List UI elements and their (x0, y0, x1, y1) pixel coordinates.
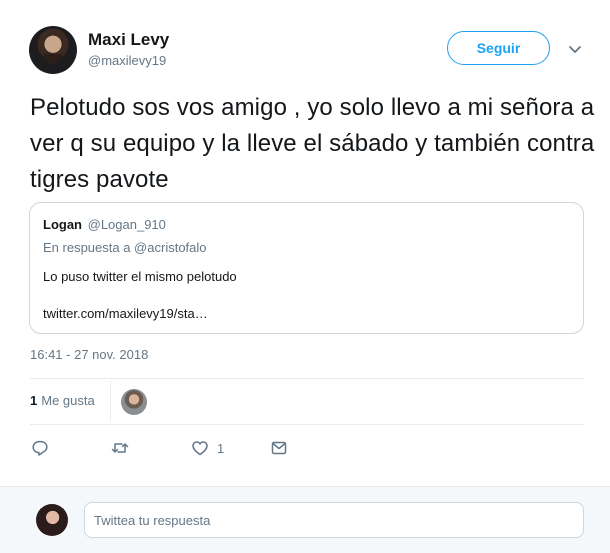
follow-button[interactable]: Seguir (447, 31, 550, 65)
reply-button[interactable] (31, 438, 49, 458)
tweet-timestamp[interactable]: 16:41 - 27 nov. 2018 (30, 347, 148, 362)
likes-summary[interactable]: 1 Me gusta (30, 393, 95, 408)
like-count: 1 (217, 440, 225, 456)
retweet-icon (111, 443, 129, 453)
likes-label: Me gusta (41, 393, 95, 408)
author-handle[interactable]: @maxilevy19 (88, 53, 166, 68)
chevron-down-icon[interactable] (568, 42, 582, 56)
reply-input[interactable]: Twittea tu respuesta (84, 502, 584, 538)
reply-icon (32, 440, 48, 456)
quote-author-name: Logan (43, 217, 82, 232)
divider (30, 424, 584, 425)
liker-avatar[interactable] (121, 389, 147, 415)
quote-author-handle: @Logan_910 (87, 217, 166, 232)
reply-placeholder: Twittea tu respuesta (94, 512, 211, 528)
retweet-button[interactable] (111, 438, 129, 458)
divider (30, 378, 584, 379)
author-display-name[interactable]: Maxi Levy (88, 30, 169, 50)
quote-body: Lo puso twitter el mismo pelotudo (43, 269, 237, 284)
current-user-avatar (36, 504, 68, 536)
heart-icon (192, 441, 208, 456)
author-avatar[interactable] (29, 26, 77, 74)
tweet-text: Pelotudo sos vos amigo , yo solo llevo a… (30, 94, 595, 193)
like-button[interactable]: 1 (191, 438, 224, 458)
direct-message-icon (271, 441, 287, 455)
divider (110, 381, 111, 421)
quoted-tweet-card[interactable]: Logan @Logan_910 En respuesta a @acristo… (29, 202, 584, 334)
quote-reply-context: En respuesta a @acristofalo (43, 240, 207, 255)
quote-link[interactable]: twitter.com/maxilevy19/sta… (43, 306, 208, 321)
quote-header: Logan @Logan_910 (43, 217, 166, 232)
likes-count: 1 (30, 393, 38, 408)
direct-message-button[interactable] (270, 438, 288, 458)
